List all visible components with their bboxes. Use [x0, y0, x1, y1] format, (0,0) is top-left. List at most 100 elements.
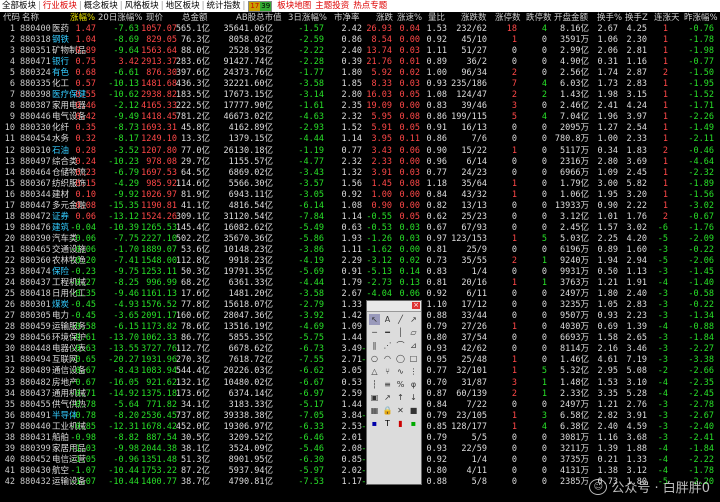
table-row[interactable]: 19 880476 建筑 -0.04 -10.39 1265.53 145.4亿 16082.…	[0, 223, 720, 234]
table-row[interactable]: 17 880447 多元金融 0.08 -15.35 1190.81 41.1亿 4816.5…	[0, 201, 720, 212]
table-row[interactable]: 29 880456 环境保护 -0.61 -13.70 1062.33 86.7亿 5855.…	[0, 333, 720, 344]
table-row[interactable]: 1 880400 医药 1.47 -7.63 1057.07 565.1亿 35641.06亿…	[0, 24, 720, 35]
header-11[interactable]: 量比	[428, 12, 445, 24]
table-row[interactable]: 36 880491 半导体 -0.78 -8.20 2536.45 737.8亿 39338.…	[0, 411, 720, 422]
header-13[interactable]: 涨停数	[495, 12, 521, 24]
palette-icon[interactable]: ■	[408, 405, 419, 416]
tab-0[interactable]: 全部板块	[0, 0, 38, 12]
extra-tab-1[interactable]: 主题投资	[313, 0, 351, 12]
fib-time-icon[interactable]: ┆	[369, 379, 380, 390]
arrow-icon[interactable]: ↖	[369, 314, 380, 325]
table-row[interactable]: 32 880489 通信设备 -0.67 -8.43 1083.94 544.4亿 20226…	[0, 366, 720, 377]
header-9[interactable]: 涨跌	[376, 12, 393, 24]
tab-3[interactable]: 风格板块	[123, 0, 161, 12]
header-15[interactable]: 开盘金额	[554, 12, 588, 24]
tab-5[interactable]: 统计指数	[204, 0, 242, 12]
parallel-icon[interactable]: ∥	[369, 340, 380, 351]
header-16[interactable]: 换手%	[597, 12, 622, 24]
table-row[interactable]: 20 880390 汽车类 -0.06 -7.75 2227.10 502.2亿 35670.…	[0, 234, 720, 245]
table-row[interactable]: 8 880387 家用电器 0.46 -2.12 4165.33 222.5亿 17777.9…	[0, 101, 720, 112]
table-row[interactable]: 4 880471 银行 0.75 3.42 2913.37 283.6亿 91427.74亿 -…	[0, 57, 720, 68]
vline-icon[interactable]: │	[395, 327, 406, 338]
table-row[interactable]: 16 880344 建材 0.10 -9.92 1026.97 81.9亿 6943.11亿 -…	[0, 190, 720, 201]
down-arrow-icon[interactable]: ↓	[408, 392, 419, 403]
mark-sq-icon[interactable]: ▪	[369, 418, 380, 429]
table-row[interactable]: 41 880430 航空 -1.07 -10.44 1753.22 87.2亿 5937.94…	[0, 466, 720, 477]
table-row[interactable]: 23 880474 保险 -0.23 -9.75 1253.11 50.3亿 19791.35…	[0, 267, 720, 278]
table-row[interactable]: 35 880455 供气供热 -0.78 -5.64 771.82 34.1亿 3183.33…	[0, 400, 720, 411]
percent-icon[interactable]: %	[395, 379, 406, 390]
table-row[interactable]: 21 880465 交通设施 -0.06 -1.70 1889.07 53.6亿 10148.…	[0, 245, 720, 256]
table-row[interactable]: 26 880301 煤炭 -0.45 -4.93 1576.52 77.8亿 15618.07…	[0, 300, 720, 311]
ray-icon[interactable]: ↗	[408, 314, 419, 325]
gann-icon[interactable]: ⊿	[408, 340, 419, 351]
cycle-icon[interactable]: ⋮	[408, 366, 419, 377]
hline-icon[interactable]: ━	[382, 327, 393, 338]
header-3[interactable]: 20日涨幅%	[98, 12, 142, 24]
segment-icon[interactable]: ─	[369, 327, 380, 338]
table-row[interactable]: 39 880399 家居用品 -1.03 -9.98 2044.38 38.1亿 3524.0…	[0, 444, 720, 455]
header-1[interactable]: 名称	[22, 12, 39, 24]
circle-icon[interactable]: ○	[369, 353, 380, 364]
table-row[interactable]: 14 880464 仓储物流 0.23 -6.79 1697.53 64.5亿 6869.02…	[0, 168, 720, 179]
mark-t-icon[interactable]: T	[382, 418, 393, 429]
header-5[interactable]: 总金额	[182, 12, 208, 24]
table-row[interactable]: 22 880360 农林牧渔 -0.20 -7.41 1548.00 112.8亿 9918.…	[0, 256, 720, 267]
table-row[interactable]: 31 880494 互联网 -0.65 -20.27 1931.96 270.3亿 7618.…	[0, 355, 720, 366]
arc-icon[interactable]: ◠	[382, 353, 393, 364]
ellipse-icon[interactable]: ◯	[395, 353, 406, 364]
box-icon[interactable]: ▣	[369, 392, 380, 403]
table-row[interactable]: 30 880448 电器仪表 -0.63 -13.55 3727.76 112.7亿 6678…	[0, 344, 720, 355]
table-row[interactable]: 7 880398 医疗保健 0.55 -10.62 2938.82 183.5亿 17673.…	[0, 90, 720, 101]
triangle-icon[interactable]: △	[369, 366, 380, 377]
pitchfork-icon[interactable]: ⑂	[382, 366, 393, 377]
header-0[interactable]: 代码	[3, 12, 20, 24]
table-row[interactable]: 38 880431 船舶 -0.98 -8.82 887.54 30.5亿 3209.52亿 -…	[0, 433, 720, 444]
rect-icon[interactable]: □	[408, 353, 419, 364]
header-4[interactable]: 现价	[146, 12, 163, 24]
table-row[interactable]: 11 880454 水务 0.32 -8.17 1249.10 13.3亿 1379.15亿 -…	[0, 134, 720, 145]
header-10[interactable]: 涨速%	[397, 12, 422, 24]
table-row[interactable]: 2 880318 钢铁 1.04 -8.69 829.05 76.3亿 8058.02亿 -2.…	[0, 35, 720, 46]
tab-2[interactable]: 概念板块	[82, 0, 120, 12]
table-row[interactable]: 24 880437 工程机械 -0.27 -8.25 996.99 68.2亿 6361.33…	[0, 278, 720, 289]
grid-icon[interactable]: ▦	[369, 405, 380, 416]
header-6[interactable]: AB股总市值	[236, 12, 282, 24]
fib-ret-icon[interactable]: ≡	[382, 379, 393, 390]
table-row[interactable]: 10 880330 化纤 0.35 -8.73 1693.31 45.8亿 4162.89亿 -…	[0, 123, 720, 134]
close-icon[interactable]: ×	[412, 302, 420, 309]
extra-tab-2[interactable]: 热点专题	[351, 0, 389, 12]
table-row[interactable]: 6 880335 化工 0.57 -10.13 1481.68 436.3亿 32221.60…	[0, 79, 720, 90]
header-14[interactable]: 跌停数	[526, 12, 552, 24]
header-19[interactable]: 昨涨幅%	[684, 12, 718, 24]
tab-4[interactable]: 地区板块	[164, 0, 202, 12]
table-row[interactable]: 3 880351 矿物制品 0.89 -9.64 1563.64 88.0亿 2528.93亿…	[0, 46, 720, 57]
header-12[interactable]: 涨跌数	[461, 12, 487, 24]
lock-icon[interactable]: 🔒	[382, 405, 393, 416]
golden-icon[interactable]: φ	[408, 379, 419, 390]
trend-icon[interactable]: ↗	[382, 392, 393, 403]
table-row[interactable]: 13 880497 综合类 0.24 -10.23 978.08 29.7亿 1155.57亿…	[0, 157, 720, 168]
extra-tab-0[interactable]: 板块地图	[275, 0, 313, 12]
speed-icon[interactable]: ⌒	[395, 340, 406, 351]
text-icon[interactable]: A	[382, 314, 393, 325]
delete-icon[interactable]: ✕	[395, 405, 406, 416]
table-row[interactable]: 15 880367 纺织服饰 0.15 -4.29 985.92 114.6亿 5566.30…	[0, 179, 720, 190]
table-row[interactable]: 33 880482 房地产 -0.67 -16.05 921.62 132.1亿 10480.…	[0, 378, 720, 389]
wave-icon[interactable]: ∿	[395, 366, 406, 377]
header-8[interactable]: 市净率	[334, 12, 360, 24]
header-2[interactable]: 涨幅%	[70, 12, 95, 24]
table-row[interactable]: 40 880452 电信运营 -1.05 -0.96 1351.48 51.3亿 8901.9…	[0, 455, 720, 466]
table-row[interactable]: 5 880324 有色 0.68 -6.61 876.30 397.6亿 24373.76亿 -…	[0, 68, 720, 79]
table-row[interactable]: 28 880459 运输服务 -0.58 -6.15 1173.82 78.6亿 13516.…	[0, 322, 720, 333]
fib-fan-icon[interactable]: ⋰	[382, 340, 393, 351]
table-row[interactable]: 34 880437 通用机械 -0.71 -14.92 1375.18 173.6亿 6374…	[0, 389, 720, 400]
table-row[interactable]: 37 880440 工业机械 -0.85 -12.31 1678.42 452.0亿 1930…	[0, 422, 720, 433]
table-row[interactable]: 27 880305 电力 -0.45 -3.65 2091.17 160.6亿 28047.3…	[0, 311, 720, 322]
channel-icon[interactable]: ▱	[408, 327, 419, 338]
up-arrow-icon[interactable]: ↑	[395, 392, 406, 403]
table-row[interactable]: 12 880310 石油 0.28 -3.52 1207.80 77.0亿 26130.18亿…	[0, 146, 720, 157]
table-row[interactable]: 18 880472 证券 0.06 -13.12 1524.26 309.1亿 31120.5…	[0, 212, 720, 223]
header-18[interactable]: 连涨天	[654, 12, 680, 24]
mark-g-icon[interactable]: ▪	[408, 418, 419, 429]
